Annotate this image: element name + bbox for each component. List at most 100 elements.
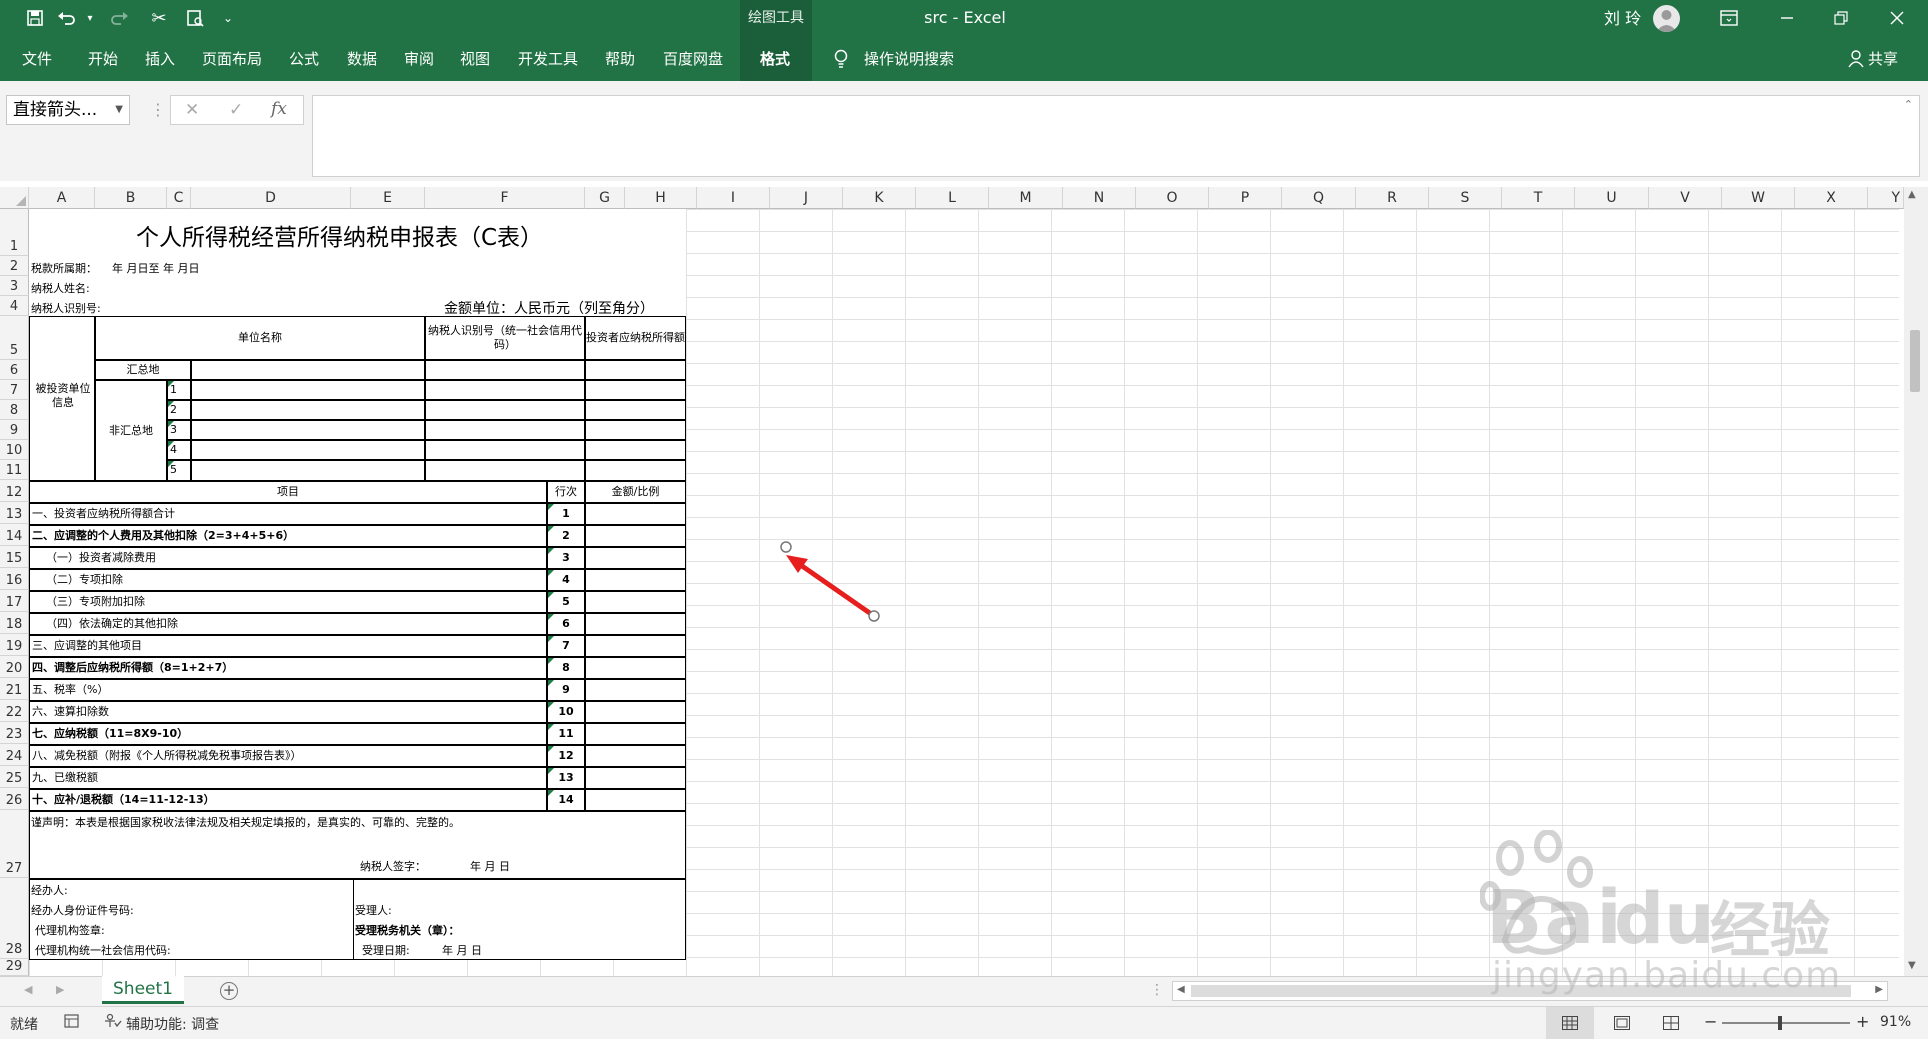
column-header[interactable]: B	[95, 187, 167, 209]
user-name[interactable]: 刘 玲	[1604, 0, 1641, 37]
accessibility-icon[interactable]	[104, 1013, 122, 1033]
zoom-in-icon[interactable]: +	[1856, 1012, 1869, 1031]
column-header[interactable]: Y	[1868, 187, 1904, 209]
line-number-cell[interactable]: 1	[547, 503, 585, 525]
row-header[interactable]: 12	[0, 480, 29, 502]
row-header[interactable]: 19	[0, 634, 29, 656]
row-header[interactable]: 3	[0, 276, 29, 296]
column-header[interactable]: U	[1575, 187, 1649, 209]
tab-page-layout[interactable]: 页面布局	[202, 37, 262, 81]
row-header[interactable]: 1	[0, 209, 29, 256]
zoom-level[interactable]: 91%	[1880, 1014, 1911, 1030]
restore-icon[interactable]	[1826, 6, 1856, 30]
unit-id-header[interactable]: 纳税人识别号（统一社会信用代码）	[425, 316, 585, 360]
line-number-cell[interactable]: 13	[547, 767, 585, 789]
row-header[interactable]: 11	[0, 460, 29, 480]
summary-unit-name[interactable]	[191, 360, 425, 380]
column-header[interactable]: F	[425, 187, 585, 209]
amount-cell[interactable]	[585, 657, 686, 679]
non-summary-place[interactable]: 非汇总地	[95, 380, 167, 481]
amount-cell[interactable]	[585, 635, 686, 657]
row-header[interactable]: 26	[0, 788, 29, 810]
table-row[interactable]: 九、已缴税额	[29, 767, 547, 789]
row-header[interactable]: 28	[0, 878, 29, 959]
amount-cell[interactable]	[585, 723, 686, 745]
tab-data[interactable]: 数据	[347, 37, 377, 81]
item-header[interactable]: 项目	[29, 481, 547, 503]
line-header[interactable]: 行次	[547, 481, 585, 503]
scroll-left-icon[interactable]: ◀	[1177, 984, 1185, 995]
column-header[interactable]: W	[1722, 187, 1795, 209]
amount-cell[interactable]	[585, 547, 686, 569]
amount-cell[interactable]	[585, 525, 686, 547]
column-header[interactable]: T	[1502, 187, 1575, 209]
minimize-icon[interactable]	[1772, 6, 1802, 30]
line-number-cell[interactable]: 11	[547, 723, 585, 745]
table-row[interactable]: 五、税率（%）	[29, 679, 547, 701]
unit-income-cell[interactable]	[585, 420, 686, 440]
column-header[interactable]: H	[625, 187, 697, 209]
line-number-cell[interactable]: 9	[547, 679, 585, 701]
row-header[interactable]: 16	[0, 568, 29, 590]
end-handle[interactable]	[868, 610, 880, 622]
insert-function-icon[interactable]: fx	[271, 99, 287, 119]
line-number-cell[interactable]: 2	[547, 525, 585, 547]
unit-name-cell[interactable]	[191, 440, 425, 460]
collapse-formula-bar-icon[interactable]: ⌃	[1904, 98, 1913, 111]
table-row[interactable]: 三、应调整的其他项目	[29, 635, 547, 657]
unit-id-cell[interactable]	[425, 460, 585, 481]
unit-id-cell[interactable]	[425, 400, 585, 420]
table-row[interactable]: （四）依法确定的其他扣除	[29, 613, 547, 635]
zoom-out-icon[interactable]: −	[1704, 1012, 1717, 1031]
tab-baidu-netdisk[interactable]: 百度网盘	[663, 37, 723, 81]
list-item[interactable]: 5	[167, 460, 191, 481]
undo-dropdown-icon[interactable]: ▾	[84, 6, 96, 30]
table-row[interactable]: 四、调整后应纳税所得额（8=1+2+7）	[29, 657, 547, 679]
column-header[interactable]: I	[697, 187, 770, 209]
unit-name-cell[interactable]	[191, 420, 425, 440]
line-number-cell[interactable]: 3	[547, 547, 585, 569]
row-header[interactable]: 25	[0, 766, 29, 788]
print-preview-icon[interactable]	[182, 6, 208, 30]
table-row[interactable]: （一）投资者减除费用	[29, 547, 547, 569]
tab-review[interactable]: 审阅	[404, 37, 434, 81]
unit-income-cell[interactable]	[585, 460, 686, 481]
undo-icon[interactable]	[52, 6, 82, 30]
zoom-slider[interactable]	[1722, 1016, 1850, 1030]
row-header[interactable]: 4	[0, 296, 29, 316]
invested-unit-info-cell[interactable]: 被投资单位信息	[29, 316, 95, 481]
tab-home[interactable]: 开始	[88, 37, 118, 81]
amount-cell[interactable]	[585, 767, 686, 789]
amount-cell[interactable]	[585, 701, 686, 723]
sheet-tab-sheet1[interactable]: Sheet1	[102, 976, 184, 1004]
column-header[interactable]: C	[167, 187, 191, 209]
table-row[interactable]: 六、速算扣除数	[29, 701, 547, 723]
close-icon[interactable]	[1882, 6, 1912, 30]
unit-income-cell[interactable]	[585, 400, 686, 420]
row-header[interactable]: 29	[0, 959, 29, 976]
unit-income-cell[interactable]	[585, 380, 686, 400]
name-box[interactable]: 直接箭头... ▼	[6, 95, 130, 125]
row-header[interactable]: 18	[0, 612, 29, 634]
tab-insert[interactable]: 插入	[145, 37, 175, 81]
next-sheet-icon[interactable]: ▶	[56, 983, 64, 996]
column-header[interactable]: N	[1063, 187, 1136, 209]
avatar[interactable]	[1653, 5, 1680, 32]
cancel-icon[interactable]: ✕	[185, 100, 199, 120]
line-number-cell[interactable]: 7	[547, 635, 585, 657]
line-number-cell[interactable]: 8	[547, 657, 585, 679]
scroll-right-icon[interactable]: ▶	[1875, 984, 1883, 995]
column-header[interactable]: E	[351, 187, 425, 209]
tab-format[interactable]: 格式	[760, 37, 790, 81]
row-header[interactable]: 14	[0, 524, 29, 546]
amount-cell[interactable]	[585, 745, 686, 767]
row-header[interactable]: 17	[0, 590, 29, 612]
tab-developer[interactable]: 开发工具	[518, 37, 578, 81]
row-header[interactable]: 23	[0, 722, 29, 744]
amount-cell[interactable]	[585, 591, 686, 613]
start-handle[interactable]	[780, 541, 792, 553]
row-header[interactable]: 6	[0, 360, 29, 380]
column-header[interactable]: K	[843, 187, 916, 209]
amount-cell[interactable]	[585, 679, 686, 701]
list-item[interactable]: 3	[167, 420, 191, 440]
